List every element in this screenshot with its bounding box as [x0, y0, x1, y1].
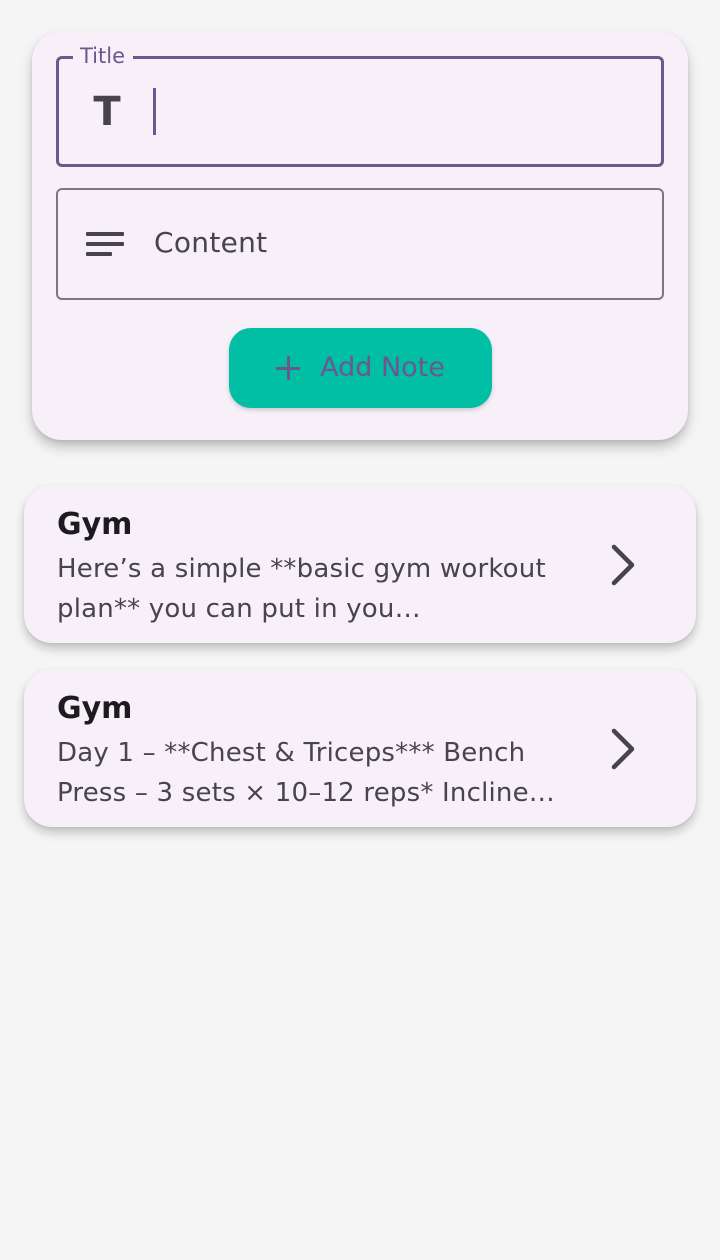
note-card[interactable]: Gym Day 1 – **Chest & Triceps*** Bench P…	[24, 669, 696, 827]
chevron-right-icon[interactable]	[606, 727, 642, 771]
add-note-button-label: Add Note	[320, 352, 445, 383]
title-field-label: Title	[73, 42, 134, 70]
notes-lines-icon	[86, 232, 124, 256]
title-field[interactable]: Title T	[56, 42, 664, 167]
title-t-icon: T	[93, 89, 121, 135]
note-preview: Day 1 – **Chest & Triceps*** Bench Press…	[57, 738, 555, 808]
content-field[interactable]: Content	[56, 188, 664, 300]
note-form-card: Title T Content Add Note	[32, 31, 688, 440]
note-card[interactable]: Gym Here’s a simple **basic gym workout …	[24, 485, 696, 643]
text-cursor	[153, 88, 156, 135]
title-input[interactable]	[163, 87, 643, 137]
content-placeholder: Content	[154, 226, 268, 259]
add-note-button[interactable]: Add Note	[229, 328, 492, 408]
plus-icon	[276, 356, 301, 380]
note-title: Gym	[57, 507, 133, 542]
chevron-right-icon[interactable]	[606, 543, 642, 587]
note-preview: Here’s a simple **basic gym workout plan…	[57, 554, 546, 624]
note-title: Gym	[57, 691, 133, 726]
